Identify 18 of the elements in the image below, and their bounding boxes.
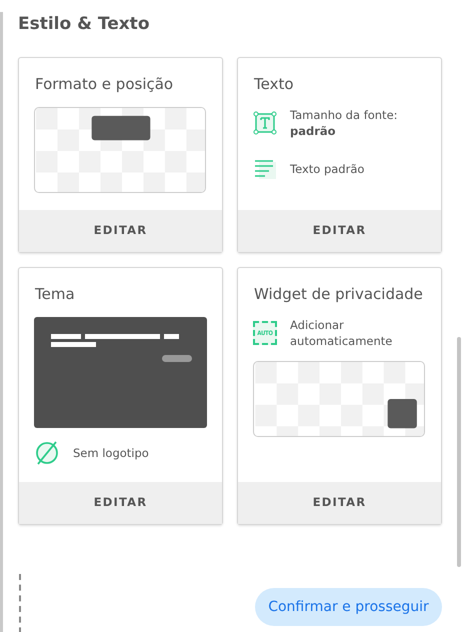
text-size-icon (253, 111, 277, 135)
option-text: Adicionar automaticamente (290, 317, 394, 349)
card-title: Texto (254, 74, 295, 95)
text-lines-icon (253, 159, 277, 179)
card-title: Widget de privacidade (254, 284, 424, 305)
option-text: Tamanho da fonte: padrão (290, 107, 399, 139)
option-text: Texto padrão (290, 161, 364, 177)
card-title: Tema (35, 284, 76, 305)
section-title: Estilo & Texto (18, 13, 150, 36)
confirm-button[interactable]: Confirmar e prosseguir (255, 588, 442, 626)
option-text: Sem logotipo (73, 445, 149, 461)
card-title: Formato e posição (35, 74, 174, 95)
no-logo-icon (34, 440, 60, 466)
edit-button[interactable]: EDITAR (19, 482, 222, 524)
edit-button[interactable]: EDITAR (238, 210, 441, 252)
edit-button[interactable]: EDITAR (19, 210, 222, 252)
edit-button[interactable]: EDITAR (238, 482, 441, 524)
scrollbar-thumb[interactable] (457, 337, 461, 567)
